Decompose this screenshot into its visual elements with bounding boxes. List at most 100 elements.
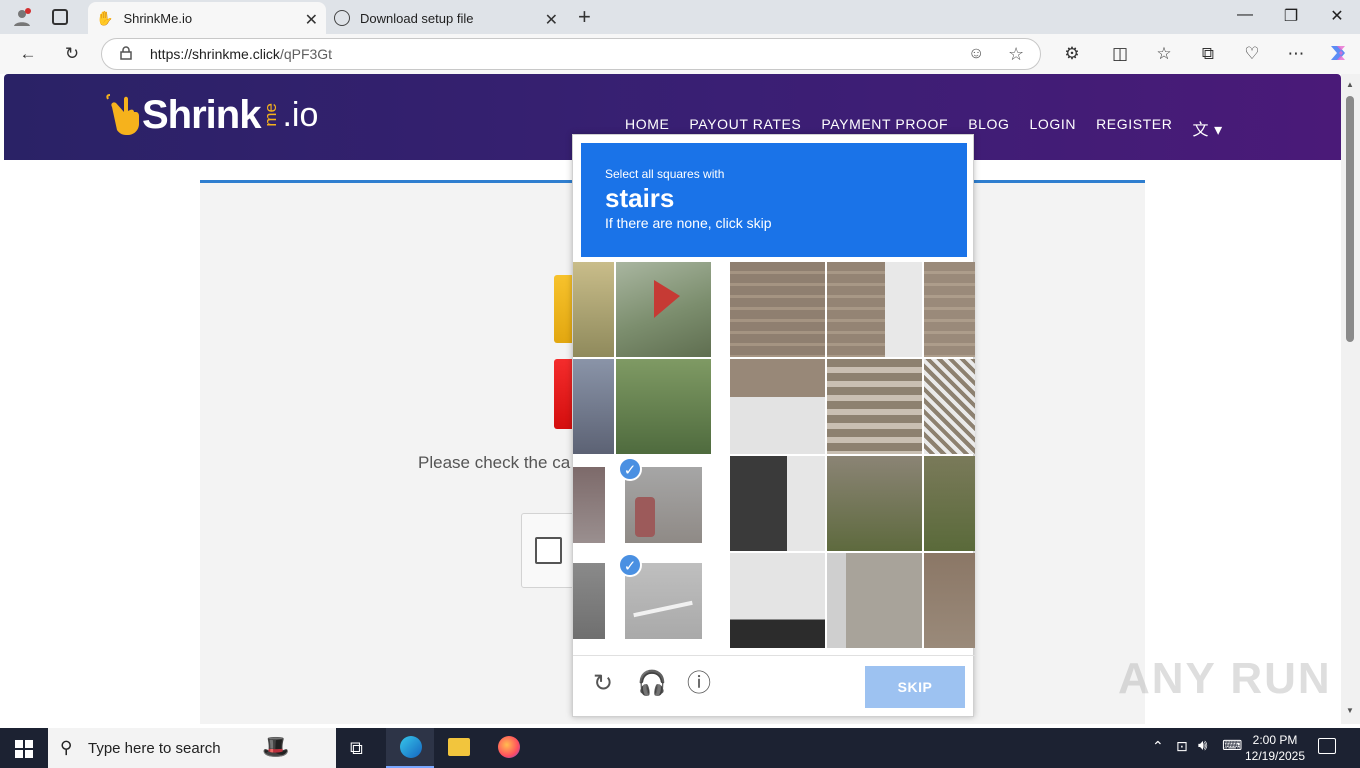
site-logo[interactable]: Shrink me .io [104,90,318,140]
edge-taskbar-icon[interactable] [386,728,434,768]
favorites-icon[interactable]: ☆ [1152,42,1176,66]
favorite-star-icon[interactable]: ☆ [1008,44,1024,65]
minimize-icon[interactable]: — [1230,6,1260,28]
page-scrollbar[interactable]: ▲ ▼ [1341,74,1360,724]
recaptcha-checkbox[interactable] [535,537,562,564]
refresh-icon[interactable]: ↻ [60,42,84,66]
anyrun-watermark: ANY RUN [1118,654,1332,703]
tab-close-icon[interactable]: ✕ [305,10,318,30]
tab-title: Download setup file [360,10,474,26]
captcha-keyword: stairs [605,183,675,213]
copilot-icon[interactable] [1326,42,1350,66]
firefox-icon[interactable] [498,736,520,758]
audio-headphones-icon[interactable]: 🎧 [637,670,667,698]
back-icon[interactable]: ← [16,42,40,66]
network-icon[interactable]: ⊡ [1176,738,1188,755]
tab-actions-icon[interactable] [52,9,68,25]
tab-shrinkme[interactable]: ✋ ShrinkMe.io ✕ [88,2,326,34]
captcha-tile[interactable] [924,553,975,648]
skip-button[interactable]: SKIP [865,666,965,708]
captcha-tile[interactable] [730,553,825,648]
window-close-icon[interactable]: ✕ [1322,6,1352,28]
windows-start-icon[interactable] [15,740,33,758]
captcha-header: Select all squares with stairs If there … [581,143,967,257]
door-shape [885,262,922,357]
road-line [633,600,693,618]
info-icon[interactable]: ⓘ [685,670,713,698]
lock-icon [120,46,132,60]
captcha-tile[interactable] [827,359,922,454]
captcha-tile[interactable] [924,456,975,551]
address-bar[interactable]: https://shrinkme.click/qPF3Gt ☺ ☆ [101,38,1041,70]
captcha-tile[interactable] [616,359,711,454]
url-text: https://shrinkme.click/qPF3Gt [150,46,332,62]
profile-icon[interactable] [12,7,32,27]
logo-io: .io [282,95,319,134]
tab-download[interactable]: Download setup file ✕ [328,2,566,34]
system-clock[interactable]: 2:00 PM 12/19/2025 [1240,732,1310,764]
captcha-tile[interactable] [573,563,605,639]
captcha-tile[interactable] [616,262,711,357]
split-screen-icon[interactable]: ◫ [1108,42,1132,66]
new-tab-icon[interactable]: + [578,4,591,30]
url-path: /qPF3Gt [279,46,333,62]
captcha-tile[interactable] [827,553,922,648]
captcha-footer: ↻ 🎧 ⓘ SKIP [573,655,975,718]
taskbar-search[interactable]: ⚲ Type here to search 🎩 [48,728,336,768]
captcha-challenge: Select all squares with stairs If there … [572,134,975,718]
scroll-down-icon[interactable]: ▼ [1346,706,1354,715]
tab-title: ShrinkMe.io [123,10,193,26]
captcha-tile[interactable] [924,359,975,454]
nav-login[interactable]: LOGIN [1030,116,1077,140]
search-highlight-icon: 🎩 [262,734,290,759]
selected-check-icon: ✓ [618,457,642,481]
url-host: https://shrinkme.click [150,46,280,62]
performance-icon[interactable]: ♡ [1240,42,1264,66]
tab-close-icon[interactable]: ✕ [545,10,558,30]
captcha-tile[interactable] [924,262,975,357]
captcha-tile[interactable] [730,456,825,551]
hand-favicon-icon: ✋ [96,9,114,26]
language-icon[interactable]: 文 ▾ [1192,116,1222,140]
logo-me: me [261,103,281,127]
captcha-instruction: Select all squares with [605,167,725,181]
reload-icon[interactable]: ↻ [589,670,617,698]
nav-register[interactable]: REGISTER [1096,116,1172,140]
globe-icon [334,10,350,26]
volume-icon[interactable]: 🔊︎ [1198,737,1207,754]
scroll-thumb[interactable] [1346,96,1354,342]
browser-toolbar: ← ↻ https://shrinkme.click/qPF3Gt ☺ ☆ ⚙ … [0,34,1360,74]
captcha-tile[interactable] [573,359,614,454]
captcha-grid: ✓ ✓ [573,262,975,650]
captcha-tile[interactable] [730,262,825,357]
notifications-icon[interactable] [1318,738,1336,754]
nav-blog[interactable]: BLOG [968,116,1009,140]
captcha-tile[interactable] [730,359,825,454]
taskbar: ⚲ Type here to search 🎩 ⧉ ⌃ ⊡ 🔊︎ ⌨ 2:00 … [0,728,1360,768]
selected-check-icon: ✓ [618,553,642,577]
reading-icon[interactable]: ☺ [968,45,984,63]
captcha-tile[interactable] [827,456,922,551]
flag-shape [654,280,680,318]
more-menu-icon[interactable]: ⋯ [1284,42,1308,66]
tray-chevron-icon[interactable]: ⌃ [1152,738,1164,755]
search-icon: ⚲ [60,738,73,757]
clock-date: 12/19/2025 [1244,749,1306,763]
clock-time: 2:00 PM [1252,733,1298,747]
search-placeholder: Type here to search [88,740,221,757]
captcha-tile[interactable] [573,467,605,543]
captcha-tile[interactable] [573,262,614,357]
motorbike-shape [635,497,655,537]
captcha-skip-hint: If there are none, click skip [605,215,772,231]
extensions-icon[interactable]: ⚙ [1060,42,1084,66]
check-captcha-text: Please check the ca [418,453,571,472]
restore-icon[interactable]: ❐ [1276,6,1306,28]
captcha-tile[interactable] [827,262,922,357]
scroll-up-icon[interactable]: ▲ [1346,80,1354,89]
tab-strip: ✋ ShrinkMe.io ✕ Download setup file ✕ + … [0,0,1360,34]
task-view-icon[interactable]: ⧉ [350,738,363,759]
logo-word: Shrink [142,92,261,137]
hand-logo-icon [106,94,139,135]
file-explorer-icon[interactable] [448,738,470,756]
collections-icon[interactable]: ⧉ [1196,42,1220,66]
